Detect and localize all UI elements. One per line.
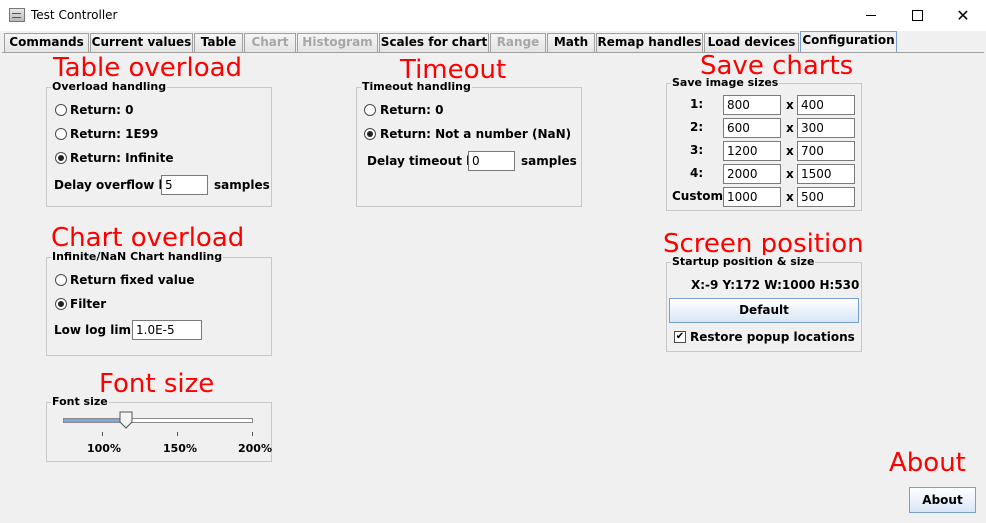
size-2-width-input[interactable] xyxy=(723,118,781,138)
slider-tick xyxy=(177,432,178,436)
chart-return-fixed-radio[interactable] xyxy=(55,274,67,286)
size-3-width-input[interactable] xyxy=(723,141,781,161)
maximize-button[interactable] xyxy=(894,0,940,31)
overload-option-label[interactable]: Return: 1E99 xyxy=(70,126,158,142)
minimize-icon xyxy=(866,15,876,16)
delay-timeout-unit: samples xyxy=(521,154,577,168)
font-size-slider-fill xyxy=(64,419,128,422)
maximize-icon xyxy=(911,10,923,21)
startup-position-title: Startup position & size xyxy=(671,255,816,269)
size-3-height-input[interactable] xyxy=(797,141,855,161)
size-row-label: 2: xyxy=(690,120,704,134)
annotation-table-overload: Table overload xyxy=(53,53,243,83)
size-4-width-input[interactable] xyxy=(723,164,781,184)
size-row-label: Custom: xyxy=(672,189,728,203)
checkmark-icon: ✔ xyxy=(675,331,685,342)
tab-chart[interactable]: Chart xyxy=(244,33,296,52)
overload-option-label[interactable]: Return: 0 xyxy=(70,102,133,118)
timeout-option-label[interactable]: Return: 0 xyxy=(380,102,443,118)
size-row-label: 3: xyxy=(690,143,704,157)
overload-option-label[interactable]: Return: Infinite xyxy=(70,150,174,166)
tab-histogram[interactable]: Histogram xyxy=(297,33,378,52)
window-title: Test Controller xyxy=(31,8,118,22)
chart-option-label[interactable]: Filter xyxy=(70,296,106,312)
size-row-label: 4: xyxy=(690,166,704,180)
size-1-height-input[interactable] xyxy=(797,95,855,115)
tab-range[interactable]: Range xyxy=(490,33,546,52)
overload-return-1e99-radio[interactable] xyxy=(55,128,67,140)
size-separator: x xyxy=(786,167,794,181)
size-separator: x xyxy=(786,144,794,158)
tab-load-devices[interactable]: Load devices xyxy=(704,33,799,52)
app-icon xyxy=(9,8,25,22)
annotation-chart-overload: Chart overload xyxy=(51,223,245,253)
startup-position-info: X:-9 Y:172 W:1000 H:530 xyxy=(691,278,860,292)
restore-popup-label[interactable]: Restore popup locations xyxy=(690,329,855,345)
tab-configuration[interactable]: Configuration xyxy=(800,31,897,53)
size-separator: x xyxy=(786,121,794,135)
slider-tick-label: 200% xyxy=(238,442,272,455)
tab-bar: Commands Current values Table Chart Hist… xyxy=(0,31,986,53)
timeout-return-0-radio[interactable] xyxy=(364,104,376,116)
slider-tick-label: 100% xyxy=(87,442,121,455)
tab-scales-for-chart[interactable]: Scales for chart xyxy=(379,33,489,52)
default-position-button[interactable]: Default xyxy=(669,298,859,323)
size-4-height-input[interactable] xyxy=(797,164,855,184)
size-2-height-input[interactable] xyxy=(797,118,855,138)
overload-return-infinite-radio[interactable] xyxy=(55,152,67,164)
title-bar: Test Controller ✕ xyxy=(0,0,986,31)
size-separator: x xyxy=(786,190,794,204)
size-separator: x xyxy=(786,98,794,112)
tab-table[interactable]: Table xyxy=(194,33,243,52)
annotation-about: About xyxy=(889,448,966,478)
timeout-return-nan-radio[interactable] xyxy=(364,128,376,140)
timeout-option-label[interactable]: Return: Not a number (NaN) xyxy=(380,126,571,142)
tab-commands[interactable]: Commands xyxy=(4,33,89,52)
overload-handling-title: Overload handling xyxy=(51,80,168,94)
close-icon: ✕ xyxy=(956,6,970,25)
save-image-sizes-title: Save image sizes xyxy=(671,76,780,90)
slider-tick xyxy=(102,432,103,436)
size-custom-width-input[interactable] xyxy=(723,187,781,207)
font-size-title: Font size xyxy=(51,395,109,409)
overload-return-0-radio[interactable] xyxy=(55,104,67,116)
annotation-font-size: Font size xyxy=(99,369,215,399)
slider-tick xyxy=(252,432,253,436)
delay-overflow-unit: samples xyxy=(214,178,270,192)
font-size-slider-thumb[interactable] xyxy=(119,411,133,429)
close-button[interactable]: ✕ xyxy=(940,0,986,31)
minimize-button[interactable] xyxy=(848,0,894,31)
delay-timeout-input[interactable] xyxy=(468,151,515,171)
chart-handling-title: Infinite/NaN Chart handling xyxy=(51,250,224,264)
chart-filter-radio[interactable] xyxy=(55,298,67,310)
size-custom-height-input[interactable] xyxy=(797,187,855,207)
restore-popup-checkbox[interactable]: ✔ xyxy=(674,331,686,343)
chart-option-label[interactable]: Return fixed value xyxy=(70,272,195,288)
tab-current-values[interactable]: Current values xyxy=(90,33,193,52)
size-row-label: 1: xyxy=(690,97,704,111)
delay-overflow-input[interactable] xyxy=(161,175,208,195)
slider-tick-label: 150% xyxy=(163,442,197,455)
timeout-handling-title: Timeout handling xyxy=(361,80,472,94)
tab-remap-handles[interactable]: Remap handles xyxy=(596,33,703,52)
font-size-slider-track[interactable] xyxy=(63,418,253,423)
tab-math[interactable]: Math xyxy=(547,33,595,52)
about-button[interactable]: About xyxy=(909,487,976,513)
low-log-limit-input[interactable] xyxy=(132,320,202,340)
size-1-width-input[interactable] xyxy=(723,95,781,115)
